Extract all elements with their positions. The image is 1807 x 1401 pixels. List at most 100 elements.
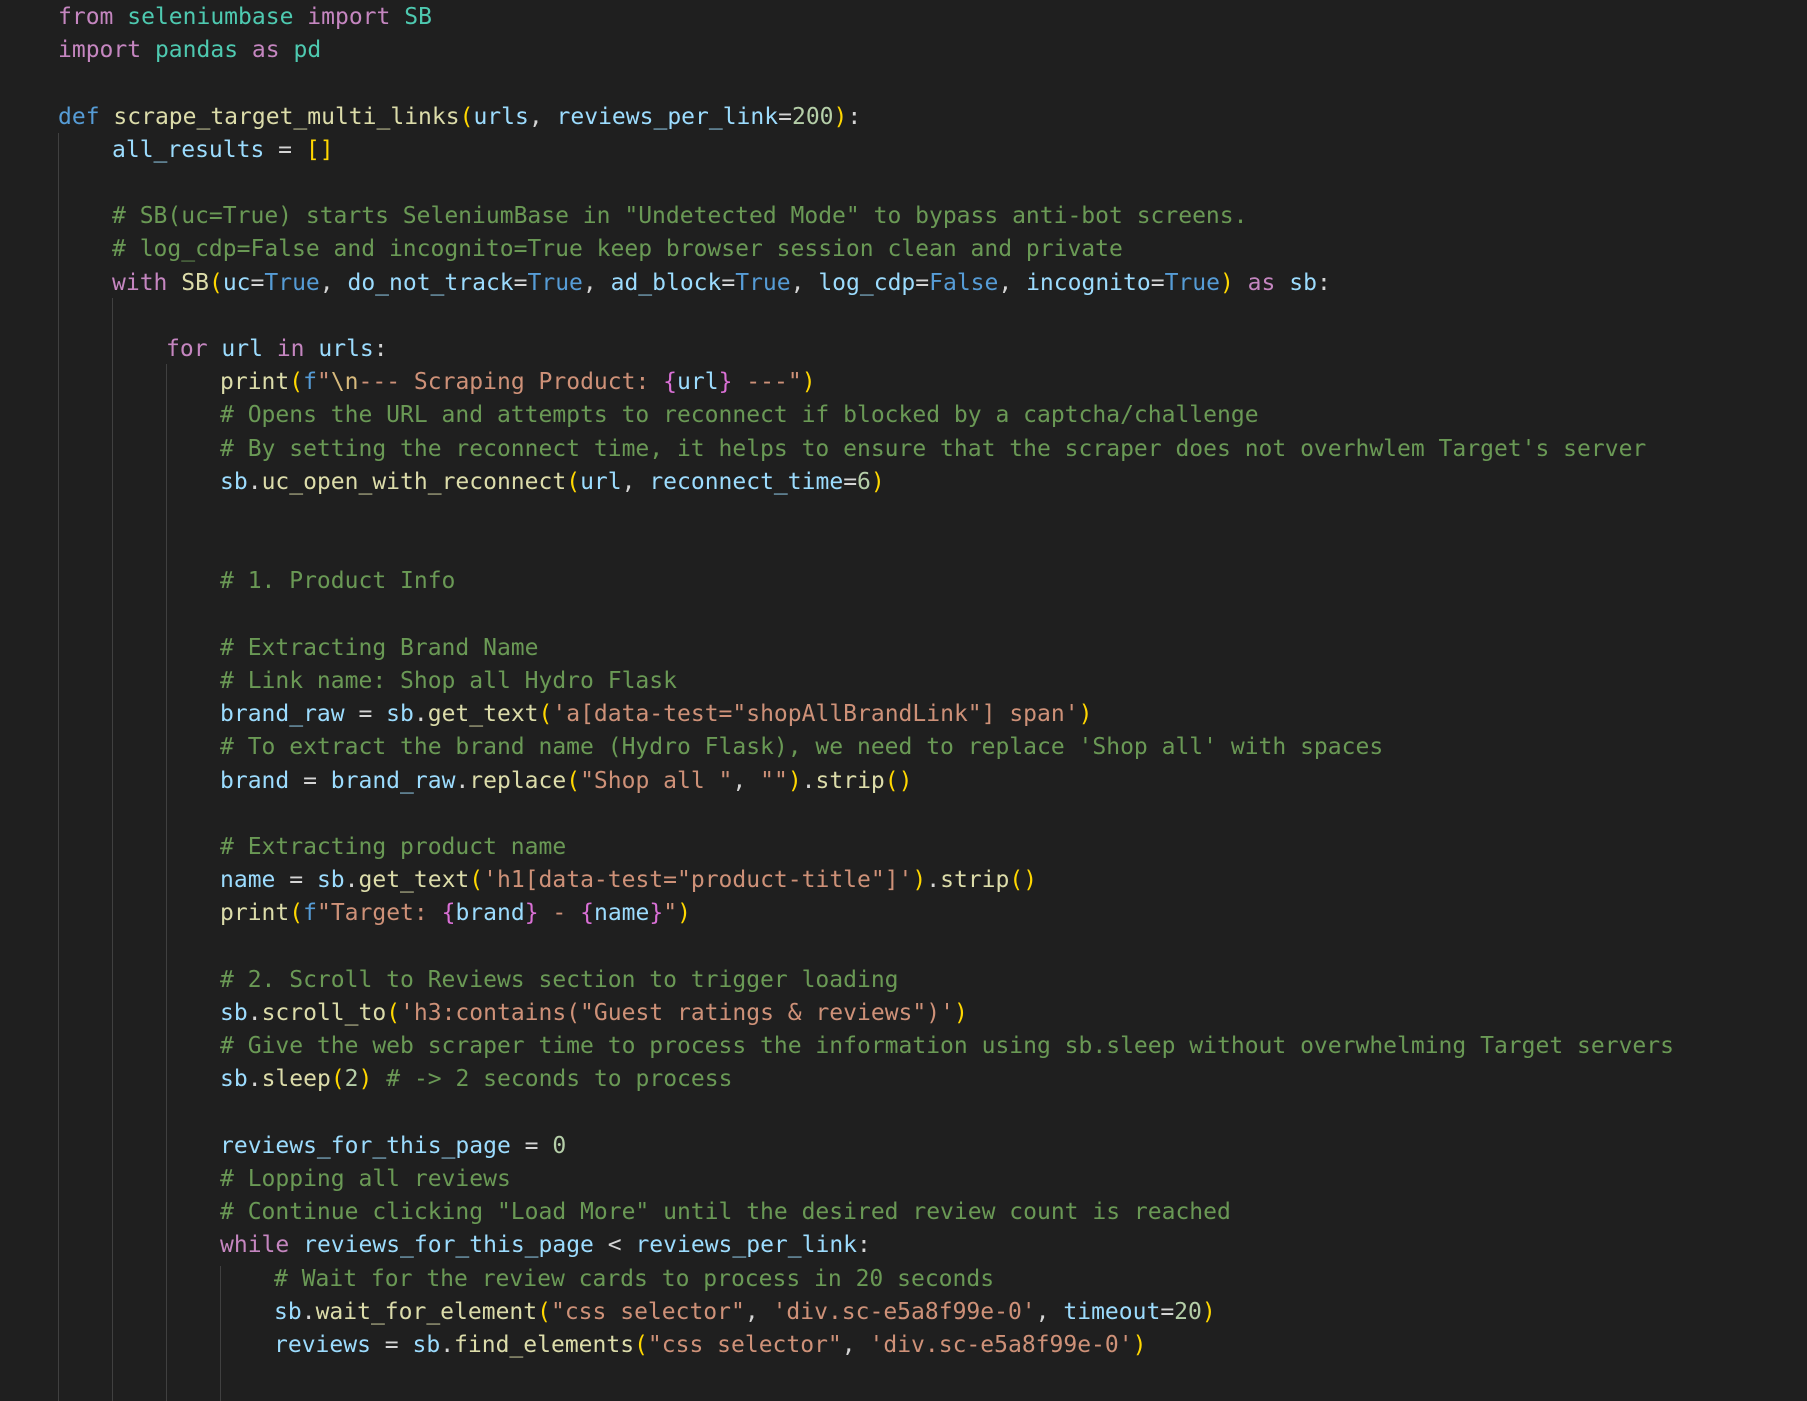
code-line[interactable]: # log_cdp=False and incognito=True keep … [112,233,1123,266]
code-line[interactable]: # Extracting product name [220,831,566,864]
code-token: () [1009,867,1038,894]
code-token: 'h1[data-test="product-title"]' [483,867,913,894]
code-line[interactable]: # Opens the URL and attempts to reconnec… [220,399,1259,432]
code-line[interactable]: reviews = sb.find_elements("css selector… [274,1329,1146,1362]
code-token: from [58,4,114,30]
code-line[interactable]: all_results = [] [112,134,334,167]
code-token: ) [1219,269,1234,296]
code-line[interactable]: name = sb.get_text('h1[data-test="produc… [220,864,1037,897]
code-line[interactable]: import pandas as pd [58,34,321,67]
code-token: ) [787,767,802,794]
code-line[interactable]: # 1. Product Info [220,565,455,598]
code-token: = [513,269,528,296]
code-token: url [677,369,719,396]
code-line[interactable]: print(f"Target: {brand} - {name}") [220,897,691,930]
code-token: scrape_target_multi_links [113,103,460,130]
code-line[interactable]: # SB(uc=True) starts SeleniumBase in "Un… [112,200,1247,233]
code-token: \n [330,369,359,396]
code-token: # Give the web scraper time to process t… [220,1033,1674,1060]
code-token: { [441,900,456,927]
code-token: True [735,269,791,296]
code-line[interactable]: # Lopping all reviews [220,1163,511,1196]
code-line[interactable]: # 2. Scroll to Reviews section to trigge… [220,964,899,997]
code-token: . [440,1332,455,1358]
code-token: with [112,269,168,296]
code-token: sb [220,1066,248,1093]
code-token: strip [815,767,885,794]
code-token: "css selector" [550,1298,745,1325]
code-line[interactable]: while reviews_for_this_page < reviews_pe… [220,1229,871,1262]
code-line[interactable]: sb.uc_open_with_reconnect(url, reconnect… [220,466,885,499]
code-token: sb [412,1332,441,1358]
code-token: . [413,701,428,728]
code-line[interactable]: sb.scroll_to('h3:contains("Guest ratings… [220,997,968,1030]
code-token: # Wait for the review cards to process i… [274,1265,995,1292]
code-token: pd [293,37,322,64]
code-token: brand [455,900,525,927]
indent-guide-3 [166,364,167,1401]
code-token: urls [318,336,374,362]
code-token: , [319,269,348,296]
code-token: = [843,468,858,495]
code-token: 2 [344,1066,359,1093]
code-token: # Link name: Shop all Hydro Flask [220,668,677,694]
code-line[interactable]: with SB(uc=True, do_not_track=True, ad_b… [112,267,1331,300]
code-token: 'h3:contains("Guest ratings & reviews")' [400,1000,954,1026]
code-token: "Shop all " [580,767,733,794]
code-line[interactable]: # Link name: Shop all Hydro Flask [220,665,677,698]
code-token: ( [330,1066,345,1093]
code-token: print [220,369,290,396]
code-line[interactable]: def scrape_target_multi_links(urls, revi… [58,101,861,134]
code-line[interactable]: sb.wait_for_element("css selector", 'div… [274,1296,1216,1329]
code-line[interactable]: sb.sleep(2) # -> 2 seconds to process [220,1063,732,1096]
code-line[interactable]: # Continue clicking "Load More" until th… [220,1196,1231,1229]
code-line[interactable]: brand = brand_raw.replace("Shop all ", "… [220,765,912,798]
code-token: # -> 2 seconds to process [386,1066,733,1093]
code-token: " [316,369,331,396]
code-editor[interactable]: from seleniumbase import SB import pandas… [0,0,1807,1401]
code-line[interactable]: # By setting the reconnect time, it help… [220,433,1646,466]
code-token: ) [677,900,691,927]
code-token: reconnect_time [649,468,844,495]
code-token: # To extract the brand name (Hydro Flask… [220,734,1384,761]
code-token: False [929,269,999,296]
code-token: ( [566,468,581,495]
code-token: ad_block [610,269,722,296]
code-line[interactable]: # Extracting Brand Name [220,632,539,665]
code-token: ) [358,1066,373,1093]
code-token: = [778,103,792,130]
code-token: # 2. Scroll to Reviews section to trigge… [220,966,899,993]
code-token: ) [833,103,848,130]
code-line[interactable]: # To extract the brand name (Hydro Flask… [220,731,1383,764]
code-token: ) [1132,1332,1147,1358]
code-token: ( [386,1000,401,1026]
code-line[interactable]: reviews_for_this_page = 0 [220,1130,566,1163]
code-token: do_not_track [347,269,514,296]
code-token: = [264,136,306,163]
code-line[interactable]: for url in urls: [166,333,388,366]
code-line[interactable]: brand_raw = sb.get_text('a[data-test="sh… [220,698,1092,731]
code-token: import [307,4,391,30]
code-token: = [915,269,930,296]
code-line[interactable]: print(f"\n--- Scraping Product: {url} --… [220,366,816,399]
code-token: ( [208,269,223,296]
code-line[interactable]: # Wait for the review cards to process i… [274,1263,994,1296]
code-token: , [528,103,557,130]
code-line[interactable]: from seleniumbase import SB [58,1,432,34]
code-token: urls [473,103,529,130]
code-token: sb [220,1000,248,1026]
code-token: ( [566,767,581,794]
code-line[interactable]: # Give the web scraper time to process t… [220,1030,1674,1063]
code-token: : [857,1232,871,1259]
code-token: sb [316,867,345,894]
code-token: = [1160,1298,1175,1325]
